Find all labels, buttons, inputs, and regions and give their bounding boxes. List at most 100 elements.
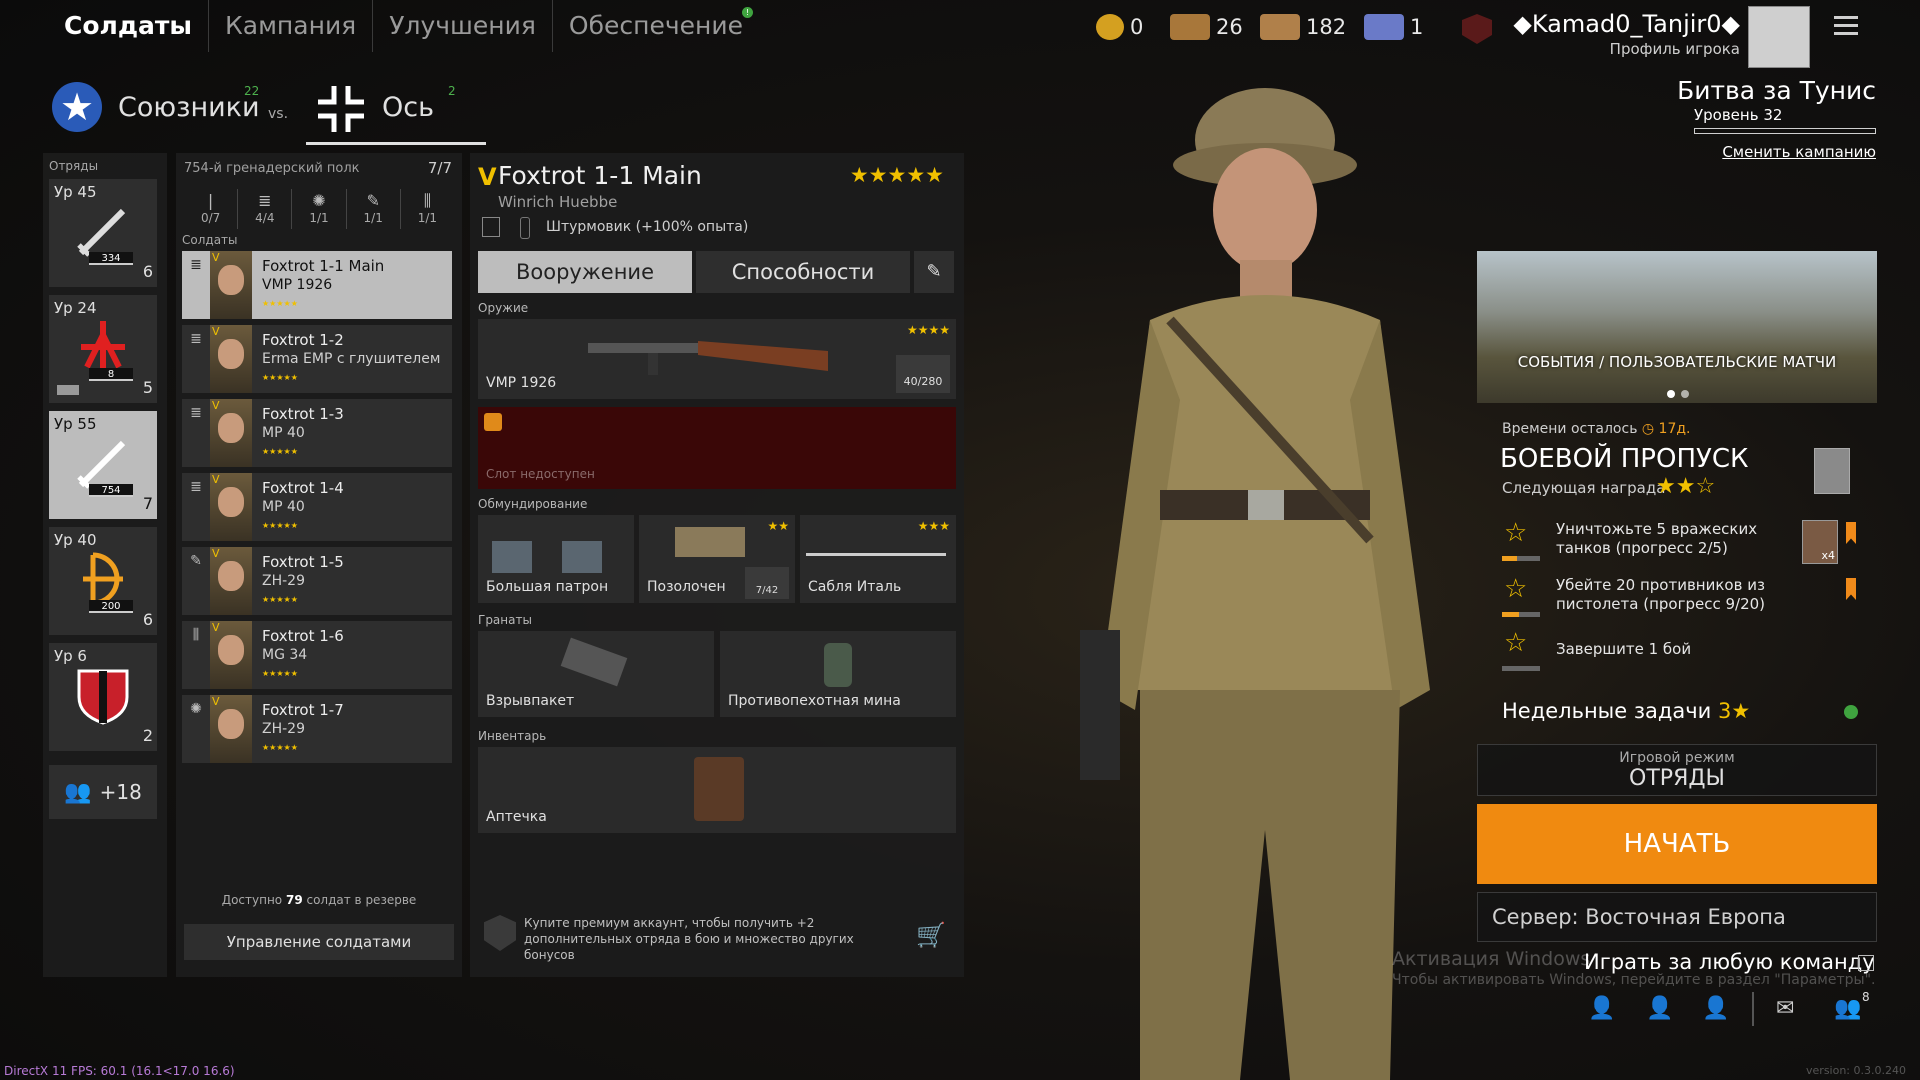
weapon-stars: ★★★★ xyxy=(906,323,950,337)
add-friend-icon[interactable]: 👤 xyxy=(1646,996,1674,1022)
axis-active-underline xyxy=(306,142,486,145)
grenade-slot[interactable]: Взрывпакет xyxy=(478,631,714,717)
tab-campaign[interactable]: Кампания xyxy=(209,0,374,52)
allies-label[interactable]: Союзники xyxy=(118,92,260,123)
soldier-row[interactable]: ≣ V Foxtrot 1-3 MP 40 ★★★★★ xyxy=(182,399,452,467)
shopping-cart-icon[interactable]: 🛒 xyxy=(916,921,946,949)
friends-count: 8 xyxy=(1862,990,1870,1004)
orders-3-value: 1 xyxy=(1410,15,1424,39)
tab-weapons[interactable]: Вооружение xyxy=(478,251,692,293)
squad-card[interactable]: Ур 24 8 5 xyxy=(49,295,157,403)
game-mode-label: Игровой режим xyxy=(1619,750,1735,766)
add-friend-icon[interactable]: 👤 xyxy=(1702,996,1730,1022)
mail-icon[interactable]: ✉ xyxy=(1776,996,1804,1022)
soldier-row[interactable]: ⫼ V Foxtrot 1-6 MG 34 ★★★★★ xyxy=(182,621,452,689)
lock-icon xyxy=(484,413,502,431)
game-mode-selector[interactable]: Игровой режим ОТРЯДЫ xyxy=(1477,744,1877,796)
battle-pass-title[interactable]: БОЕВОЙ ПРОПУСК xyxy=(1500,444,1748,474)
player-name[interactable]: ◆Kamad0_Tanjir0◆ xyxy=(1513,10,1740,38)
windows-activation-subtitle: Чтобы активировать Windows, перейдите в … xyxy=(1392,972,1876,988)
start-button[interactable]: НАЧАТЬ xyxy=(1477,804,1877,884)
soldier-row[interactable]: ≣ V Foxtrot 1-2 Erma EMP с глушителем ★★… xyxy=(182,325,452,393)
equipment-slot[interactable]: ★★ Позолочен 7/42 xyxy=(639,515,795,603)
soldier-portrait: V xyxy=(210,473,252,541)
soldier-class-icon: ≣ xyxy=(190,405,202,421)
battle-pass-task[interactable]: ☆ Завершите 1 бой xyxy=(1500,628,1850,678)
change-campaign-link[interactable]: Сменить кампанию xyxy=(1722,143,1876,161)
reserve-soldiers-note: Доступно 79 солдат в резерве xyxy=(221,893,417,907)
server-selector[interactable]: Сервер: Восточная Европа xyxy=(1477,892,1877,942)
soldier-stars: ★★★★★ xyxy=(262,669,298,678)
soldier-class: Штурмовик (+100% опыта) xyxy=(546,219,749,235)
tab-supply-label: Обеспечение xyxy=(568,11,743,40)
slot-engineer: ✎ 1/1 xyxy=(347,189,401,229)
soldier-portrait: V xyxy=(210,251,252,319)
manage-soldiers-button[interactable]: Управление солдатами xyxy=(184,924,454,960)
soldier-row[interactable]: ✎ V Foxtrot 1-5 ZH-29 ★★★★★ xyxy=(182,547,452,615)
squads-panel: Отряды Ур 45 334 6 Ур 24 8 5 Ур 55 754 7… xyxy=(43,153,167,977)
reserve-squads-button[interactable]: 👥 +18 xyxy=(49,765,157,819)
tab-abilities[interactable]: Способности xyxy=(696,251,910,293)
squad-level: Ур 24 xyxy=(54,299,97,317)
soldier-row-selected[interactable]: ≣ V Foxtrot 1-1 Main VMP 1926 ★★★★★ xyxy=(182,251,452,319)
soldier-row[interactable]: ✺ V Foxtrot 1-7 ZH-29 ★★★★★ xyxy=(182,695,452,763)
axis-label[interactable]: Ось xyxy=(382,92,434,123)
loadout-tabs: Вооружение Способности ✎ xyxy=(478,251,954,293)
equipment-slot[interactable]: Большая патрон xyxy=(478,515,634,603)
campaign-title: Битва за Тунис xyxy=(1677,76,1876,105)
battle-pass-task[interactable]: ☆ Уничтожьте 5 вражеских танков (прогрес… xyxy=(1500,518,1856,568)
equipment-slot[interactable]: ★★★ Сабля Италь xyxy=(800,515,956,603)
squad-card-selected[interactable]: Ур 55 754 7 xyxy=(49,411,157,519)
squad-card[interactable]: Ур 40 200 6 xyxy=(49,527,157,635)
currency-orders-3[interactable]: 1 xyxy=(1364,10,1423,44)
soldier-stars: ★★★★★ xyxy=(262,743,298,752)
primary-weapon-slot[interactable]: ★★★★ VMP 1926 40/280 xyxy=(478,319,956,399)
currency-orders-2[interactable]: 182 xyxy=(1260,10,1346,44)
equipment-name: Сабля Италь xyxy=(808,579,902,595)
slot-explosive: ✺ 1/1 xyxy=(292,189,347,229)
tab-supply[interactable]: Обеспечение ! xyxy=(553,0,759,52)
task-reward-icon: x4 xyxy=(1802,520,1838,564)
inventory-slot[interactable]: Аптечка xyxy=(478,747,956,833)
friends-icon[interactable]: 👥 xyxy=(1834,996,1862,1022)
locked-weapon-slot[interactable]: Слот недоступен xyxy=(478,407,956,489)
squad-card[interactable]: Ур 45 334 6 xyxy=(49,179,157,287)
grenade-slot-icon xyxy=(520,217,530,239)
currency-orders-1[interactable]: 26 xyxy=(1170,10,1243,44)
axis-cross-icon[interactable] xyxy=(316,84,366,134)
assault-icon: ≣ xyxy=(258,191,272,210)
premium-offer[interactable]: Купите премиум аккаунт, чтобы получить +… xyxy=(478,909,958,969)
task-text: Завершите 1 бой xyxy=(1556,640,1692,658)
currency-coins[interactable]: 0 xyxy=(1096,10,1143,44)
allies-star-icon[interactable]: ★ xyxy=(52,82,102,132)
player-avatar[interactable] xyxy=(1748,6,1810,68)
battle-pass-task[interactable]: ☆ Убейте 20 противников из пистолета (пр… xyxy=(1500,574,1856,624)
task-star-icon: ☆ xyxy=(1504,628,1528,658)
soldier-name: Foxtrot 1-5 xyxy=(262,553,344,571)
events-banner[interactable]: СОБЫТИЯ / ПОЛЬЗОВАТЕЛЬСКИЕ МАТЧИ xyxy=(1477,251,1877,403)
edit-pencil-icon[interactable]: ✎ xyxy=(914,251,954,293)
main-menu-icon[interactable] xyxy=(1834,16,1858,36)
weekly-tasks[interactable]: Недельные задачи 3★ xyxy=(1502,699,1750,723)
equipment-name: Большая патрон xyxy=(486,579,609,595)
tab-soldiers[interactable]: Солдаты xyxy=(50,0,209,52)
explosive-pack-icon xyxy=(560,637,628,687)
battle-pass-reward-icon[interactable] xyxy=(1814,448,1850,494)
weapon-name: VMP 1926 xyxy=(486,375,557,391)
tab-upgrades[interactable]: Улучшения xyxy=(373,0,553,52)
soldier-row[interactable]: ≣ V Foxtrot 1-4 MP 40 ★★★★★ xyxy=(182,473,452,541)
add-friend-icon[interactable]: 👤 xyxy=(1588,996,1616,1022)
task-progress-bar xyxy=(1502,666,1540,671)
game-mode-value: ОТРЯДЫ xyxy=(1629,766,1725,791)
player-profile-label[interactable]: Профиль игрока xyxy=(1610,40,1740,58)
squad-card[interactable]: Ур 6 2 xyxy=(49,643,157,751)
submachine-gun-icon xyxy=(588,341,828,375)
grenade-slot[interactable]: Противопехотная мина xyxy=(720,631,956,717)
order-ticket-icon xyxy=(1260,14,1300,40)
carousel-dots[interactable] xyxy=(1667,383,1695,402)
reserve-soldiers-count: 79 xyxy=(285,893,303,907)
premium-offer-text: Купите премиум аккаунт, чтобы получить +… xyxy=(524,916,854,962)
any-team-checkbox[interactable] xyxy=(1858,955,1874,971)
soldier-name: Foxtrot 1-7 xyxy=(262,701,344,719)
order-ticket-icon xyxy=(1364,14,1404,40)
